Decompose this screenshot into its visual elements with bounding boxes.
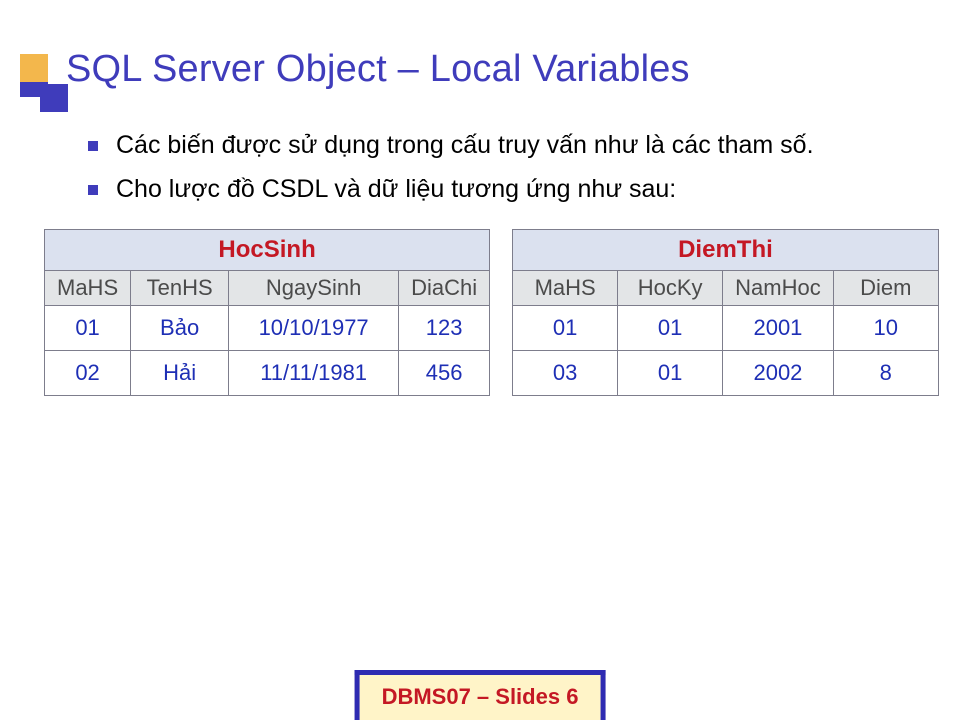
cell: Hải — [131, 350, 229, 395]
slide-footer: DBMS07 – Slides 6 — [355, 670, 606, 720]
column-header: NgaySinh — [229, 270, 399, 305]
table-row: 01 01 2001 10 — [513, 305, 939, 350]
title-row: SQL Server Object – Local Variables — [0, 0, 960, 91]
cell: 01 — [513, 305, 618, 350]
cell: 2001 — [723, 305, 834, 350]
cell: 456 — [399, 350, 490, 395]
tables-container: HocSinh MaHS TenHS NgaySinh DiaChi 01 Bả… — [44, 229, 960, 396]
table-name: DiemThi — [513, 229, 939, 270]
corner-decoration — [20, 54, 48, 82]
cell: 2002 — [723, 350, 834, 395]
cell: 02 — [45, 350, 131, 395]
bullet-item: Cho lược đồ CSDL và dữ liệu tương ứng nh… — [88, 173, 960, 207]
cell: Bảo — [131, 305, 229, 350]
cell: 01 — [618, 305, 723, 350]
column-header: MaHS — [45, 270, 131, 305]
column-header: TenHS — [131, 270, 229, 305]
bullet-item: Các biến được sử dụng trong cấu truy vấn… — [88, 129, 960, 163]
column-header: DiaChi — [399, 270, 490, 305]
cell: 03 — [513, 350, 618, 395]
bullet-list: Các biến được sử dụng trong cấu truy vấn… — [88, 129, 960, 207]
table-row: 01 Bảo 10/10/1977 123 — [45, 305, 490, 350]
cell: 8 — [833, 350, 938, 395]
slide-title: SQL Server Object – Local Variables — [66, 48, 690, 91]
table-row: 02 Hải 11/11/1981 456 — [45, 350, 490, 395]
cell: 10 — [833, 305, 938, 350]
cell: 01 — [45, 305, 131, 350]
table-hocsinh: HocSinh MaHS TenHS NgaySinh DiaChi 01 Bả… — [44, 229, 490, 396]
cell: 10/10/1977 — [229, 305, 399, 350]
cell: 123 — [399, 305, 490, 350]
column-header: MaHS — [513, 270, 618, 305]
table-name: HocSinh — [45, 229, 490, 270]
cell: 11/11/1981 — [229, 350, 399, 395]
table-row: 03 01 2002 8 — [513, 350, 939, 395]
slide-body: Các biến được sử dụng trong cấu truy vấn… — [0, 91, 960, 396]
column-header: Diem — [833, 270, 938, 305]
column-header: NamHoc — [723, 270, 834, 305]
table-diemthi: DiemThi MaHS HocKy NamHoc Diem 01 01 200… — [512, 229, 939, 396]
cell: 01 — [618, 350, 723, 395]
column-header: HocKy — [618, 270, 723, 305]
